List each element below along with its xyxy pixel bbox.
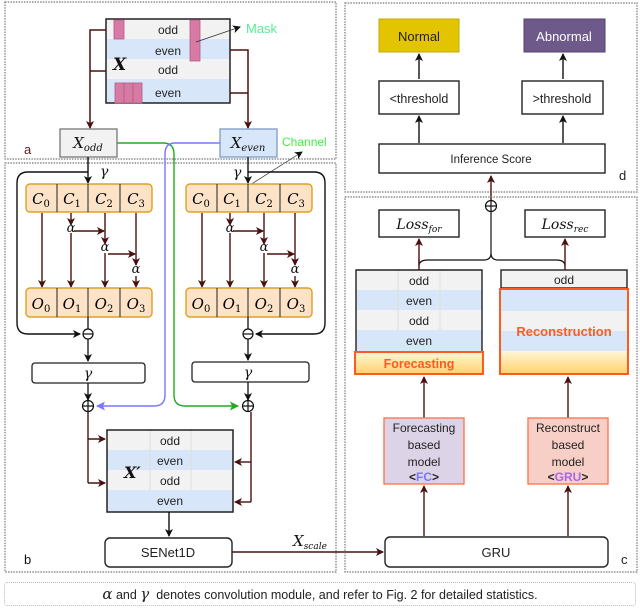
- input-x-symbol: X: [112, 55, 127, 75]
- mask-label: Mask: [246, 21, 278, 36]
- merged-row-label: odd: [160, 434, 180, 448]
- alpha-symbol: α: [132, 262, 141, 277]
- sum-node: [484, 199, 498, 213]
- inference-score-label: Inference Score: [450, 154, 531, 166]
- reconstruction-label: Reconstruction: [516, 324, 611, 339]
- gru-model-line: based: [552, 438, 585, 452]
- gamma-symbol: γ: [100, 164, 109, 180]
- alpha-symbol: α: [101, 240, 110, 255]
- senet1d-label: SENet1D: [141, 545, 195, 560]
- gru-model-line: Reconstruct: [536, 421, 601, 435]
- caption-text: denotes convolution module, and refer to…: [149, 588, 538, 602]
- caption-alpha: α: [102, 585, 113, 603]
- fc-model-line: Forecasting: [393, 421, 456, 435]
- mask-cell: [189, 19, 201, 62]
- mask-cell: [132, 82, 143, 104]
- input-row-label: odd: [158, 23, 178, 37]
- gamma-box-right-label: γ: [244, 365, 253, 381]
- gamma-symbol: γ: [233, 165, 242, 181]
- normal-label: Normal: [398, 29, 440, 44]
- caption-and: and: [112, 588, 141, 602]
- gru-model-tag: <GRU>: [548, 470, 589, 484]
- panel-c-label: c: [621, 552, 628, 567]
- alpha-symbol: α: [260, 240, 269, 255]
- merged-row-label: even: [157, 494, 183, 508]
- mask-cell: [113, 19, 125, 40]
- mask-cell: [123, 82, 134, 104]
- caption-gamma: γ: [140, 585, 150, 603]
- subtract-node-right: [242, 328, 254, 340]
- panel-a-label: a: [24, 142, 32, 157]
- architecture-diagram: a X odd even odd even Mask Xodd Xeven Ch…: [4, 1, 638, 573]
- lt-threshold-label: <threshold: [390, 92, 449, 106]
- merged-x-symbol: X′: [123, 463, 141, 482]
- gru-label: GRU: [482, 545, 511, 560]
- gru-model-line: model: [552, 455, 585, 469]
- panel-d-label: d: [619, 168, 626, 183]
- recon-top-label: odd: [554, 273, 574, 287]
- alpha-flow-right: [198, 213, 299, 288]
- merged-row-label: even: [157, 454, 183, 468]
- forecast-row-label: even: [406, 294, 432, 308]
- fc-model-tag: <FC>: [409, 470, 439, 484]
- add-node-right: [241, 399, 255, 413]
- mask-cell: [114, 82, 125, 104]
- panel-b-label: b: [24, 552, 31, 567]
- forecasting-label: Forecasting: [384, 357, 455, 371]
- forecast-row-label: odd: [409, 274, 429, 288]
- alpha-flow-left: [38, 213, 140, 288]
- alpha-symbol: α: [67, 221, 76, 236]
- input-row-label: odd: [158, 63, 178, 77]
- input-row-label: even: [155, 44, 181, 58]
- forecast-row-label: even: [406, 334, 432, 348]
- abnormal-label: Abnormal: [536, 29, 592, 44]
- fc-model-line: based: [408, 438, 441, 452]
- alpha-symbol: α: [226, 221, 235, 236]
- figure-caption: α and γ denotes convolution module, and …: [4, 582, 636, 606]
- gt-threshold-label: >threshold: [533, 92, 592, 106]
- channel-label: Channel: [282, 135, 327, 149]
- forecast-row-label: odd: [409, 314, 429, 328]
- x-scale-label: Xscale: [292, 532, 327, 552]
- subtract-node-left: [82, 328, 94, 340]
- gamma-box-left-label: γ: [84, 366, 93, 382]
- input-row-label: even: [155, 86, 181, 100]
- fc-model-line: model: [408, 455, 441, 469]
- merged-row-label: odd: [160, 474, 180, 488]
- alpha-symbol: α: [291, 262, 300, 277]
- add-node-left: [81, 399, 95, 413]
